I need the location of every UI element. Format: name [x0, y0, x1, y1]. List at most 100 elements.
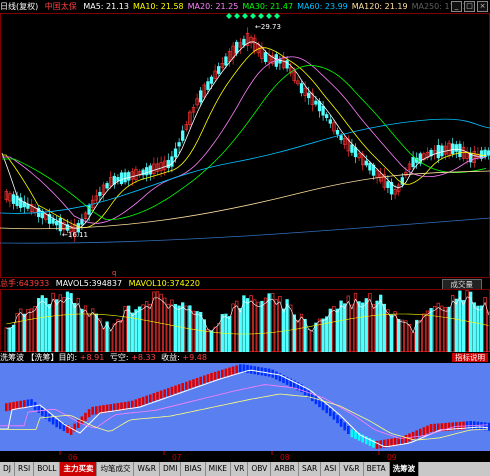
volume-bar [249, 295, 253, 352]
indicator-bar [429, 424, 433, 433]
tab-0[interactable]: DJ [0, 462, 15, 476]
tab-13[interactable]: ASI [321, 462, 341, 476]
indicator-bar [411, 431, 415, 440]
indicator-bar [134, 399, 138, 408]
volume-bar [80, 308, 84, 352]
volume-bar [404, 320, 408, 352]
tab-6[interactable]: DMI [160, 462, 182, 476]
mavol5-label: MAVOL5: [55, 279, 92, 288]
indicator-bar [239, 364, 242, 373]
tab-2[interactable]: BOLL [34, 462, 61, 476]
volume-bar [386, 309, 390, 352]
tab-10[interactable]: OBV [248, 462, 272, 476]
volume-bar [199, 311, 203, 352]
indicator-bar [210, 372, 213, 381]
volume-bar [47, 303, 52, 352]
candle-body [411, 157, 415, 168]
period-label[interactable]: 日线(复权) [0, 2, 38, 11]
indicator-bar [167, 388, 170, 397]
candle-body [440, 145, 444, 157]
time-axis-label: 07 [172, 453, 182, 462]
tab-3[interactable]: 主力买卖 [60, 462, 98, 476]
candle-body [105, 183, 109, 189]
tab-7[interactable]: BIAS [181, 462, 206, 476]
indicator-chart[interactable] [0, 363, 490, 451]
indicator-bar [235, 365, 238, 374]
candle-body [339, 135, 343, 141]
tab-5[interactable]: W&R [134, 462, 160, 476]
restore-icon[interactable]: □ [464, 1, 475, 12]
indicator-bar [375, 440, 379, 449]
chart-header: 日线(复权) 中国太保 MA5: 21.13 MA10: 21.58 MA20: 2… [0, 0, 490, 13]
volume-chart[interactable] [0, 289, 490, 352]
candle-body [170, 156, 174, 167]
volume-bar [425, 310, 430, 352]
tab-15[interactable]: BETA [364, 462, 390, 476]
volume-bar [33, 306, 37, 352]
candle-body [314, 100, 318, 105]
volume-bar [145, 301, 149, 352]
candle-body [127, 172, 131, 181]
indicator-bar [95, 406, 98, 415]
minimize-icon[interactable]: _ [451, 1, 462, 12]
time-axis: 06 07 08 09 [0, 451, 490, 462]
indicator-bar [422, 427, 426, 436]
tab-4[interactable]: 均笔成交 [97, 462, 135, 476]
close-icon[interactable]: × [477, 1, 488, 12]
tab-16[interactable]: 洗筹波 [389, 462, 420, 476]
volume-bar [271, 293, 275, 352]
indicator-bar [419, 428, 422, 437]
indicator-bracket: 【洗筹】目的: [26, 353, 78, 362]
tab-9[interactable]: VR [231, 462, 249, 476]
indicator-bar [138, 398, 141, 407]
ma10-line [2, 47, 487, 229]
indicator-bar [350, 429, 354, 438]
candle-body [206, 81, 210, 90]
volume-bar [217, 323, 221, 352]
volume-bar [83, 305, 88, 352]
volume-bar [202, 319, 206, 352]
volume-bar [339, 300, 343, 352]
volume-bar [393, 311, 397, 352]
volume-bar [173, 304, 178, 352]
candle-body [242, 38, 246, 46]
indicator-tabs: DJ RSI BOLL 主力买卖 均笔成交 W&R DMI BIAS MIKE VR OBV ARBR… [0, 462, 490, 476]
price-chart[interactable]: ←29.73 ←16.11 q [0, 13, 490, 278]
volume-bar [382, 303, 386, 352]
volume-bar [289, 304, 293, 352]
indicator-bar [329, 408, 332, 417]
volume-bar [285, 299, 289, 352]
candle-body [350, 144, 354, 153]
indicator-bar [228, 367, 231, 376]
indicator-help-button[interactable]: 指标说明 [452, 353, 488, 362]
indicator-bar [224, 368, 228, 377]
indicator-bar [321, 402, 325, 411]
volume-bar [296, 320, 300, 352]
indicator-bar [433, 423, 436, 432]
volume-bar [191, 310, 196, 352]
tab-11[interactable]: ARBR [271, 462, 300, 476]
ma-legend: MA5: 21.13 MA10: 21.58 MA20: 21.25 MA30: 21… [83, 2, 471, 11]
indicator-label3: 收益: [161, 353, 180, 362]
volume-bar [407, 323, 412, 352]
tab-14[interactable]: V&R [340, 462, 364, 476]
volume-bar [213, 326, 217, 352]
indicator-bar [174, 385, 177, 394]
indicator-header: 洗筹波 【洗筹】目的: +8.91 亏空: +8.33 收益: +9.48 [0, 352, 490, 363]
volume-bar [267, 293, 271, 352]
indicator-bar [91, 406, 94, 415]
volume-bar [400, 319, 404, 352]
tab-1[interactable]: RSI [15, 462, 35, 476]
volume-bar [281, 308, 286, 352]
indicator-bar [339, 418, 343, 427]
tab-12[interactable]: SAR [299, 462, 322, 476]
volume-bar [227, 316, 232, 352]
volume-bar [335, 308, 340, 352]
volume-bar [476, 305, 480, 352]
indicator-bar [192, 379, 195, 388]
tab-8[interactable]: MIKE [206, 462, 232, 476]
indicator-bar [149, 394, 152, 403]
time-axis-label: 08 [280, 453, 290, 462]
volume-bar [429, 308, 433, 352]
ma-legend-item: MA20: 21.25 [187, 2, 239, 11]
